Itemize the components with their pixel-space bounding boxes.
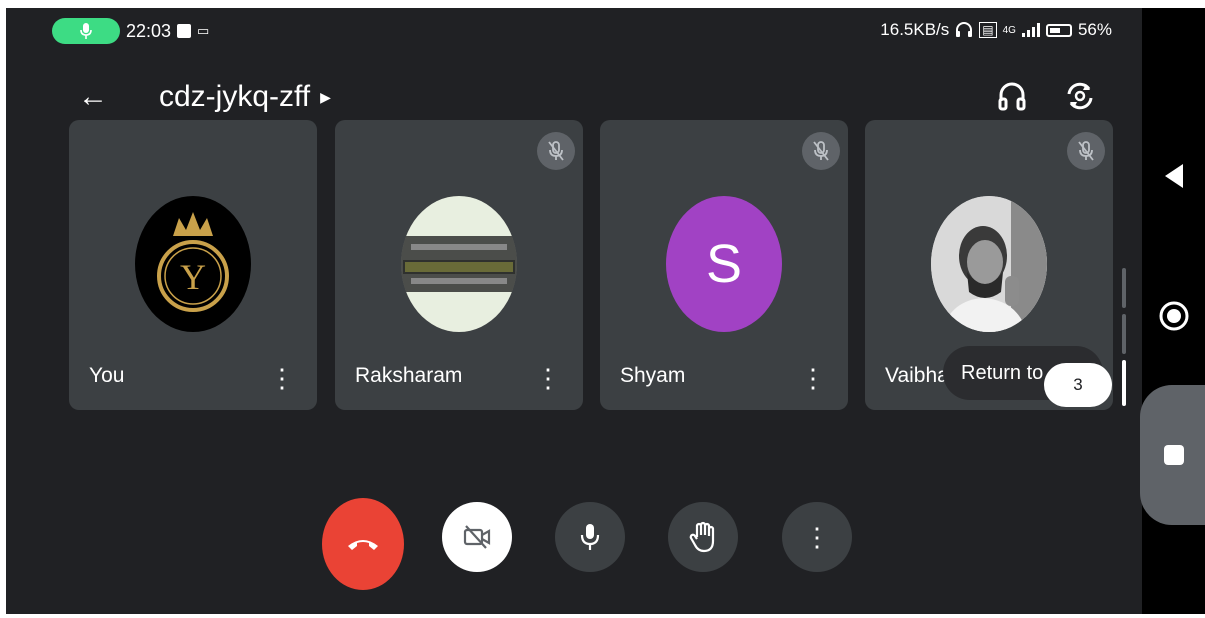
microphone-button[interactable] <box>555 502 625 572</box>
participant-tile-shyam[interactable]: S Shyam ⋮ <box>600 120 848 410</box>
notification-icon <box>177 24 192 38</box>
battery-level: 56% <box>1077 20 1112 39</box>
circle-home-icon <box>1159 301 1188 331</box>
hand-icon <box>689 521 715 553</box>
battery-icon <box>1045 23 1072 37</box>
return-label: Return to <box>961 361 1044 384</box>
net-speed: 16.5KB/s <box>880 20 950 39</box>
nav-recents-button[interactable] <box>1142 435 1205 475</box>
scroll-segment <box>1122 268 1126 308</box>
participant-tile-you[interactable]: Y You ⋮ <box>69 120 317 410</box>
avatar <box>931 196 1047 332</box>
back-arrow-icon[interactable]: ← <box>78 82 108 112</box>
muted-badge <box>1067 132 1105 170</box>
flip-camera-icon <box>1067 82 1093 110</box>
square-recents-icon <box>1163 445 1184 465</box>
meeting-title[interactable]: cdz-jykq-zff ▶ <box>159 80 331 114</box>
participant-tile-raksharam[interactable]: Raksharam ⋮ <box>335 120 583 410</box>
camera-off-icon <box>463 525 491 549</box>
page-count-badge[interactable]: 3 <box>1044 363 1112 407</box>
avatar: Y <box>135 196 251 332</box>
participant-name: Shyam <box>620 364 686 387</box>
nav-back-button[interactable] <box>1142 156 1205 196</box>
signal-icon <box>1021 23 1040 37</box>
screen-record-icon: ▭ <box>197 23 210 38</box>
status-time: 22:03 <box>126 20 172 41</box>
avatar-letter: S <box>705 234 743 294</box>
phone-hangup-icon <box>348 540 378 550</box>
more-options-icon[interactable]: ⋮ <box>535 365 561 391</box>
meeting-code: cdz-jykq-zff <box>159 80 311 113</box>
avatar: S <box>666 196 782 332</box>
switch-camera-button[interactable] <box>1062 78 1098 114</box>
mic-off-icon <box>813 141 829 161</box>
mic-off-icon <box>1078 141 1094 161</box>
nav-home-button[interactable] <box>1142 296 1205 336</box>
mic-off-icon <box>548 141 564 161</box>
end-call-button[interactable] <box>322 498 404 590</box>
muted-badge <box>802 132 840 170</box>
scrollbar[interactable] <box>1122 268 1126 408</box>
meet-screen: 22:03 ▭ 16.5KB/s ▤ 4G 56% ← cdz-jykq-zff… <box>6 8 1142 614</box>
more-options-icon[interactable]: ⋮ <box>269 365 295 391</box>
accounting-photo-icon <box>401 196 517 332</box>
headset-status-icon <box>956 22 973 37</box>
person-photo-icon <box>931 196 1047 332</box>
network-type: 4G <box>1002 24 1016 36</box>
avatar <box>401 196 517 332</box>
more-vert-icon: ⋮ <box>804 521 830 552</box>
scroll-segment <box>1122 314 1126 354</box>
more-options-button[interactable]: ⋮ <box>782 502 852 572</box>
audio-output-button[interactable] <box>994 78 1030 114</box>
participant-name: You <box>89 364 125 387</box>
scroll-thumb[interactable] <box>1122 360 1126 406</box>
mic-icon <box>80 23 92 39</box>
raise-hand-button[interactable] <box>668 502 738 572</box>
participant-name: Raksharam <box>355 364 463 387</box>
active-mic-indicator[interactable] <box>52 18 120 44</box>
logo-y-icon: Y <box>157 212 229 312</box>
chevron-right-icon: ▶ <box>320 88 331 105</box>
camera-toggle-button[interactable] <box>442 502 512 572</box>
headphones-icon <box>998 82 1026 111</box>
status-bar-left: 22:03 ▭ <box>52 18 209 44</box>
triangle-back-icon <box>1164 164 1183 188</box>
participant-name: Vaibha <box>885 364 949 387</box>
more-options-icon[interactable]: ⋮ <box>800 365 826 391</box>
status-bar-right: 16.5KB/s ▤ 4G 56% <box>880 20 1112 40</box>
volte-icon: ▤ <box>979 22 997 38</box>
muted-badge <box>537 132 575 170</box>
page-count: 3 <box>1073 375 1083 394</box>
mic-icon <box>580 524 600 550</box>
svg-text:Y: Y <box>180 257 206 297</box>
